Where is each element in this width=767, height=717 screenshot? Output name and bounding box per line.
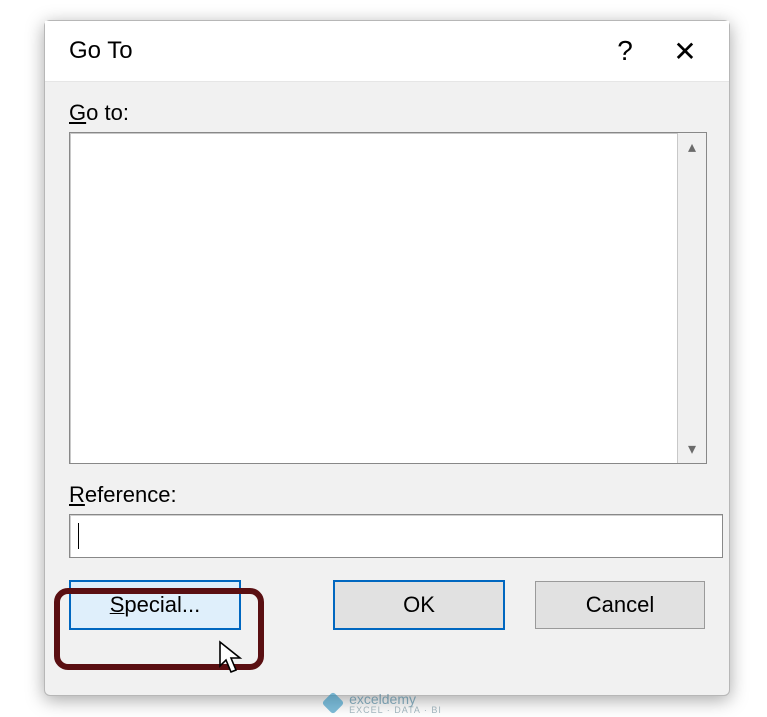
ok-button-label: OK	[403, 592, 435, 618]
watermark-text: exceldemy EXCEL · DATA · BI	[349, 691, 442, 715]
cancel-button[interactable]: Cancel	[535, 581, 705, 629]
ok-button[interactable]: OK	[333, 580, 505, 630]
goto-scrollbar[interactable]: ▴ ▾	[677, 133, 706, 463]
reference-input[interactable]	[69, 514, 723, 558]
goto-list-area[interactable]	[70, 133, 677, 463]
help-button[interactable]: ?	[595, 21, 655, 81]
special-button[interactable]: Special...	[69, 580, 241, 630]
button-row: Special... OK Cancel	[69, 580, 705, 630]
dialog-body: Go to: ▴ ▾ Reference: Special... OK	[45, 82, 729, 650]
titlebar: Go To ? ✕	[45, 21, 729, 82]
watermark-tagline: EXCEL · DATA · BI	[349, 705, 442, 715]
special-button-underline: S	[110, 592, 125, 618]
goto-dialog: Go To ? ✕ Go to: ▴ ▾ Reference: Special.…	[44, 20, 730, 696]
watermark-logo-icon	[322, 692, 345, 715]
goto-label: Go to:	[69, 100, 705, 126]
text-caret-icon	[78, 523, 79, 549]
close-button[interactable]: ✕	[655, 21, 715, 81]
special-button-label: pecial...	[124, 592, 200, 618]
dialog-title: Go To	[69, 37, 595, 65]
goto-listbox[interactable]: ▴ ▾	[69, 132, 707, 464]
reference-label: Reference:	[69, 482, 705, 508]
scroll-up-icon[interactable]: ▴	[678, 133, 706, 161]
cancel-button-label: Cancel	[586, 592, 654, 618]
scroll-down-icon[interactable]: ▾	[678, 435, 706, 463]
watermark: exceldemy EXCEL · DATA · BI	[0, 691, 767, 715]
